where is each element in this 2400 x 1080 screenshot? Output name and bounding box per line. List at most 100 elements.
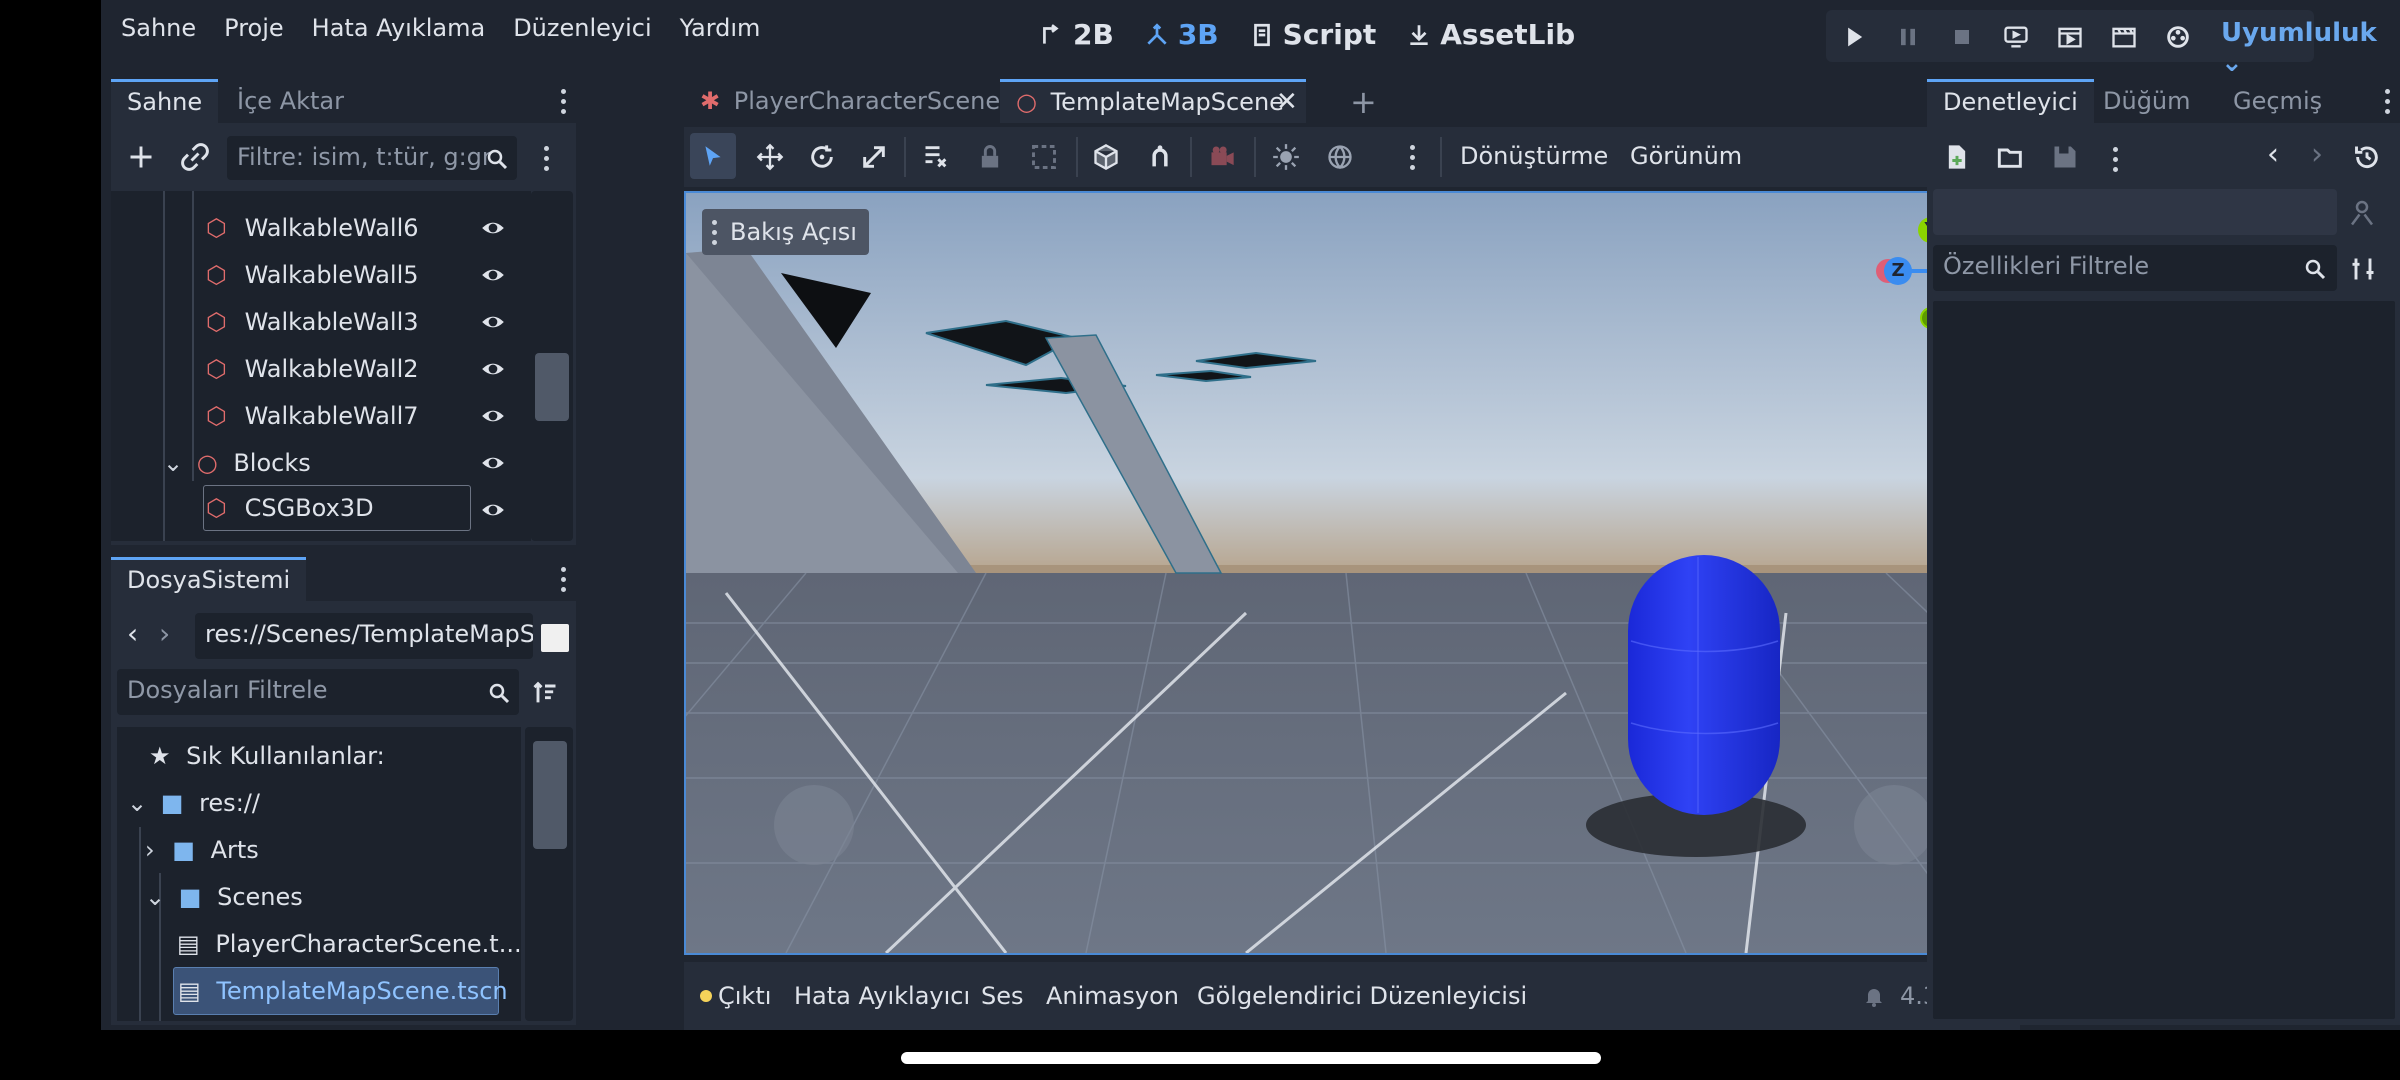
tree-item[interactable]: ⬡ WalkableWall6 (206, 207, 419, 249)
renderer-select[interactable]: Uyumluluk ⌄ (2221, 18, 2400, 78)
history-back-icon[interactable]: ‹ (2267, 137, 2279, 172)
visibility-eye-icon[interactable] (480, 262, 506, 288)
mode-script-button[interactable]: Script (1249, 18, 1376, 51)
scrollbar-thumb[interactable] (535, 353, 569, 421)
tree-item[interactable]: ⬡ WalkableWall3 (206, 301, 419, 343)
scrollbar-thumb[interactable] (533, 741, 567, 849)
sun-icon[interactable] (1272, 143, 1300, 171)
scene-tree-scrollbar[interactable] (531, 191, 573, 541)
tab-history[interactable]: Geçmiş (2217, 79, 2338, 123)
group-icon[interactable] (1030, 143, 1058, 171)
stop-icon[interactable] (1948, 23, 1976, 51)
menu-project[interactable]: Proje (224, 14, 284, 42)
tab-inspector[interactable]: Denetleyici (1927, 79, 2094, 123)
dock-menu-icon[interactable] (561, 89, 567, 119)
inspector-filter-input[interactable]: Özellikleri Filtrele (1933, 245, 2337, 291)
tab-debugger[interactable]: Hata Ayıklayıcı (794, 982, 970, 1010)
menu-help[interactable]: Yardım (680, 14, 761, 42)
tab-node[interactable]: Düğüm (2087, 79, 2207, 123)
link-icon[interactable] (181, 143, 209, 171)
movie-maker-icon[interactable] (2164, 23, 2192, 51)
scene-tab-templatemap[interactable]: ○ TemplateMapScene ✕ (1000, 79, 1306, 123)
pause-icon[interactable] (1894, 23, 1922, 51)
object-search-icon[interactable] (2347, 197, 2377, 227)
tab-filesystem[interactable]: DosyaSistemi (111, 557, 307, 601)
select-tool-button[interactable] (690, 133, 736, 179)
favorites-row[interactable]: ★ Sık Kullanılanlar: (149, 735, 385, 777)
visibility-eye-icon[interactable] (480, 309, 506, 335)
move-icon[interactable] (756, 143, 784, 171)
axis-z-handle[interactable]: Z (1884, 257, 1912, 285)
scale-icon[interactable] (860, 143, 888, 171)
history-forward-icon[interactable]: › (2311, 137, 2323, 172)
play-icon[interactable] (1840, 23, 1868, 51)
tree-item[interactable]: ⬡ WalkableWall2 (206, 348, 419, 390)
fs-filter-input[interactable]: Dosyaları Filtrele (117, 669, 519, 715)
close-icon[interactable]: ✕ (1276, 82, 1298, 122)
play-scene-icon[interactable] (2056, 23, 2084, 51)
tree-item-selected[interactable]: ⬡ CSGBox3D (203, 485, 471, 531)
property-tools-icon[interactable] (2349, 255, 2377, 283)
dock-menu-icon[interactable] (561, 567, 567, 597)
ruler-icon[interactable] (922, 143, 950, 171)
tree-item[interactable]: ⬡ WalkableWall5 (206, 254, 419, 296)
mode-2d-button[interactable]: 2B (1039, 18, 1114, 51)
local-space-icon[interactable] (1092, 143, 1120, 171)
fs-path-input[interactable]: res://Scenes/TemplateMapS (195, 613, 533, 659)
save-icon[interactable] (2051, 143, 2079, 171)
fs-item[interactable]: ⌄ ■ res:// (127, 782, 260, 824)
tab-animation[interactable]: Animasyon (1046, 982, 1179, 1010)
fs-item-selected[interactable]: ▤ TemplateMapScene.tscn (173, 967, 508, 1015)
3d-viewport[interactable]: Bakış Açısı Y X Z (684, 191, 2020, 955)
visibility-eye-icon[interactable] (480, 450, 506, 476)
mode-assetlib-button[interactable]: AssetLib (1406, 18, 1575, 51)
menu-debug[interactable]: Hata Ayıklama (312, 14, 486, 42)
transform-menu[interactable]: Dönüştürme (1460, 142, 1608, 170)
fs-item[interactable]: ⌄ ■ Scenes (145, 876, 303, 918)
split-view-icon[interactable] (541, 624, 569, 652)
visibility-eye-icon[interactable] (480, 497, 506, 523)
inspector-object-field[interactable] (1933, 189, 2337, 235)
open-folder-icon[interactable] (1997, 143, 2025, 171)
tree-item[interactable]: ⬡ WalkableWall7 (206, 395, 419, 437)
rotate-icon[interactable] (808, 143, 836, 171)
bell-icon[interactable] (1862, 984, 1886, 1008)
visibility-eye-icon[interactable] (480, 215, 506, 241)
add-node-icon[interactable] (127, 143, 155, 171)
tab-output[interactable]: Çıktı (718, 982, 771, 1010)
preview-options-icon[interactable] (1410, 145, 1416, 175)
perspective-button[interactable]: Bakış Açısı (702, 209, 869, 255)
forward-icon[interactable]: › (159, 617, 170, 650)
new-resource-icon[interactable] (1943, 143, 1971, 171)
camera-preview-icon[interactable] (1208, 143, 1236, 171)
resource-options-icon[interactable] (2113, 147, 2119, 177)
fs-item[interactable]: › ■ Arts (145, 829, 259, 871)
remote-debug-icon[interactable] (2002, 23, 2030, 51)
menu-scene[interactable]: Sahne (121, 14, 196, 42)
menu-editor[interactable]: Düzenleyici (513, 14, 651, 42)
tab-shader-editor[interactable]: Gölgelendirici Düzenleyicisi (1197, 982, 1527, 1010)
dock-menu-icon[interactable] (2385, 89, 2391, 119)
tab-import[interactable]: İçe Aktar (221, 79, 360, 123)
tab-scene[interactable]: Sahne (111, 79, 219, 123)
environment-icon[interactable] (1326, 143, 1354, 171)
tab-audio[interactable]: Ses (981, 982, 1024, 1010)
fs-item[interactable]: ▤ PlayerCharacterScene.t... (177, 923, 521, 965)
view-menu[interactable]: Görünüm (1630, 142, 1742, 170)
visibility-eye-icon[interactable] (480, 403, 506, 429)
add-tab-icon[interactable]: + (1350, 83, 1377, 121)
lock-icon[interactable] (976, 143, 1004, 171)
object-history-icon[interactable] (2353, 143, 2381, 171)
scene-options-icon[interactable] (544, 146, 550, 176)
snap-icon[interactable] (1146, 143, 1174, 171)
fs-scrollbar[interactable] (525, 727, 573, 1021)
sort-icon[interactable] (531, 679, 559, 707)
visibility-eye-icon[interactable] (480, 356, 506, 382)
back-icon[interactable]: ‹ (127, 617, 138, 650)
scene-filter-input[interactable]: Filtre: isim, t:tür, g:gr (227, 136, 517, 180)
play-custom-scene-icon[interactable] (2110, 23, 2138, 51)
mode-3d-button[interactable]: 3B (1144, 18, 1219, 51)
tree-item[interactable]: ⌄ ○ Blocks (163, 442, 311, 484)
scene-tab-player[interactable]: ✱ PlayerCharacterScene (684, 79, 1000, 123)
home-indicator[interactable] (901, 1052, 1601, 1064)
